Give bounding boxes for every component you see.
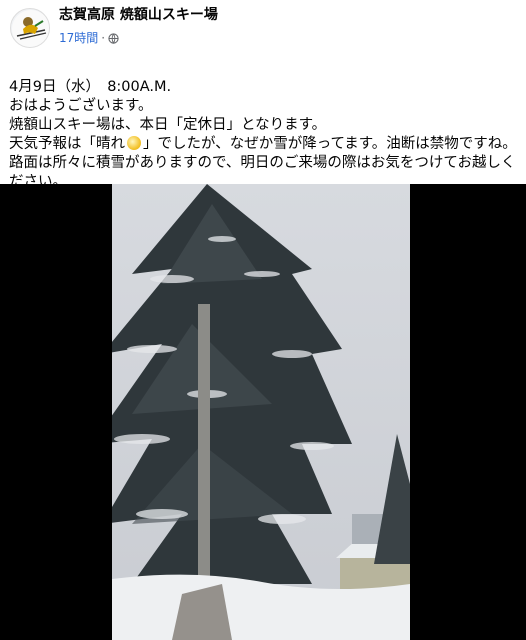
sun-emoji-icon (127, 136, 141, 150)
weather-text-before: 天気予報は「晴れ (9, 136, 125, 152)
weather-text-after: 」でしたが、なぜか雪が降ってます。油断は禁物ですね。 (143, 136, 517, 152)
snowy-fir-tree-photo (112, 184, 410, 640)
post-timestamp[interactable]: 17時間 (59, 30, 98, 46)
globe-icon[interactable] (108, 32, 119, 44)
post-header: 志賀高原 焼額山スキー場 17時間 · (10, 7, 218, 48)
post-subline: 17時間 · (59, 30, 218, 46)
post-meta: 志賀高原 焼額山スキー場 17時間 · (59, 7, 218, 46)
post-closed-notice: 焼額山スキー場は、本日「定休日」となります。 (9, 117, 327, 133)
post-message: 4月9日（水） 8:00A.M. おはようございます。 焼額山スキー場は、本日「… (9, 78, 517, 192)
page-avatar[interactable] (10, 8, 50, 48)
page-name-link[interactable]: 志賀高原 焼額山スキー場 (59, 6, 218, 24)
post-weather-line: 天気予報は「晴れ 」でしたが、なぜか雪が降ってます。油断は禁物ですね。 (9, 135, 517, 154)
separator-dot: · (101, 31, 106, 45)
post-date-line: 4月9日（水） 8:00A.M. (9, 79, 172, 95)
post-video[interactable] (0, 184, 526, 640)
skier-mascot-logo (12, 10, 49, 47)
post-greeting: おはようございます。 (9, 98, 153, 114)
snowy-tree-illustration (112, 184, 410, 640)
